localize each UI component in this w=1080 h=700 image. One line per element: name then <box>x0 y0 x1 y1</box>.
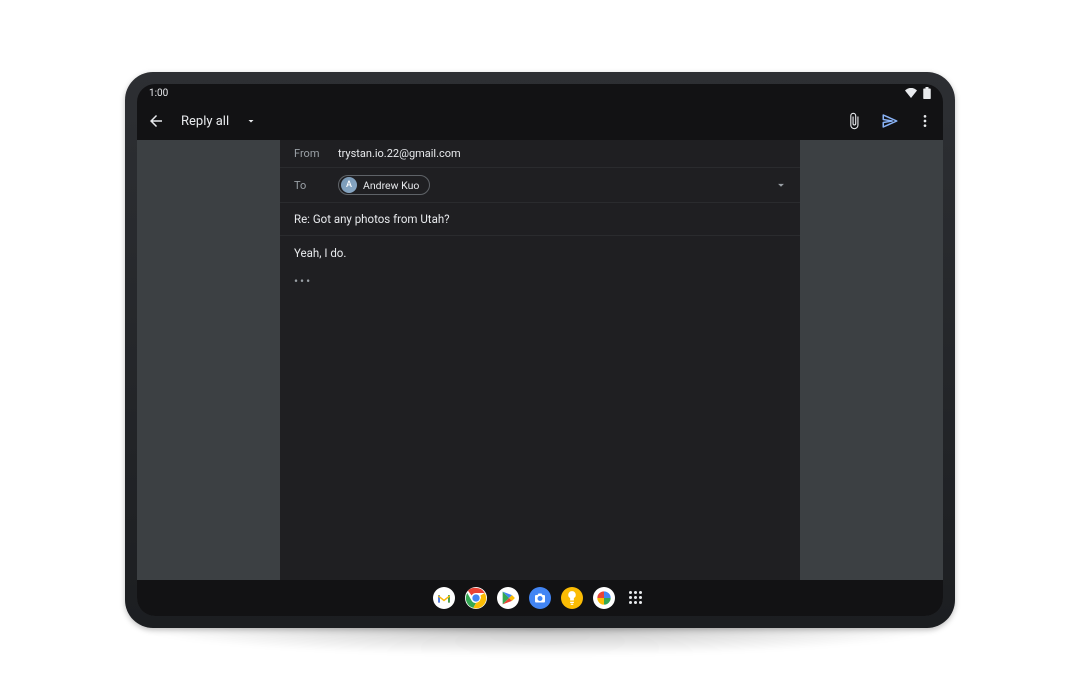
from-value: trystan.io.22@gmail.com <box>338 147 461 160</box>
recipient-chip[interactable]: A Andrew Kuo <box>338 175 430 195</box>
from-row[interactable]: From trystan.io.22@gmail.com <box>280 140 800 168</box>
wifi-icon <box>905 88 917 98</box>
gmail-icon <box>437 593 451 604</box>
content-area: From trystan.io.22@gmail.com To A Andrew… <box>137 140 943 616</box>
app-bar-title: Reply all <box>181 114 229 129</box>
subject-field[interactable]: Re: Got any photos from Utah? <box>280 203 800 236</box>
send-icon <box>881 112 899 130</box>
dock-keep[interactable] <box>561 587 583 609</box>
photos-icon <box>596 590 612 606</box>
to-row[interactable]: To A Andrew Kuo <box>280 168 800 203</box>
dock-gmail[interactable] <box>433 587 455 609</box>
status-icons <box>905 87 931 99</box>
body-text: Yeah, I do. <box>294 246 786 260</box>
compose-card: From trystan.io.22@gmail.com To A Andrew… <box>280 140 800 616</box>
compose-body[interactable]: Yeah, I do. ••• <box>280 236 800 616</box>
app-bar: Reply all <box>137 102 943 140</box>
apps-grid-icon <box>629 591 643 605</box>
from-label: From <box>294 147 326 160</box>
camera-icon <box>534 592 546 604</box>
taskbar <box>137 580 943 616</box>
chrome-icon <box>465 587 487 609</box>
to-label: To <box>294 179 326 192</box>
show-quoted-button[interactable]: ••• <box>294 274 312 288</box>
arrow-back-icon <box>147 112 165 130</box>
play-store-icon <box>502 591 515 605</box>
recipient-name: Andrew Kuo <box>363 179 419 192</box>
dock-all-apps[interactable] <box>625 587 647 609</box>
chevron-down-icon <box>245 115 257 127</box>
expand-recipients-button[interactable] <box>774 178 788 192</box>
back-button[interactable] <box>147 112 165 130</box>
attachment-icon <box>845 112 863 130</box>
dock-play-store[interactable] <box>497 587 519 609</box>
reply-mode-dropdown[interactable] <box>245 115 257 127</box>
attach-button[interactable] <box>845 112 863 130</box>
status-time: 1:00 <box>149 88 168 99</box>
recipient-initial: A <box>346 180 352 190</box>
dock-chrome[interactable] <box>465 587 487 609</box>
keep-icon <box>567 591 577 605</box>
tablet-frame: 1:00 Reply all <box>125 72 955 628</box>
more-button[interactable] <box>917 113 933 129</box>
battery-icon <box>923 87 931 99</box>
more-vert-icon <box>917 113 933 129</box>
dock-photos[interactable] <box>593 587 615 609</box>
recipient-avatar: A <box>341 177 357 193</box>
screen: 1:00 Reply all <box>137 84 943 616</box>
send-button[interactable] <box>881 112 899 130</box>
status-bar: 1:00 <box>137 84 943 102</box>
subject-text: Re: Got any photos from Utah? <box>294 212 450 226</box>
dock-camera[interactable] <box>529 587 551 609</box>
chevron-down-icon <box>774 178 788 192</box>
